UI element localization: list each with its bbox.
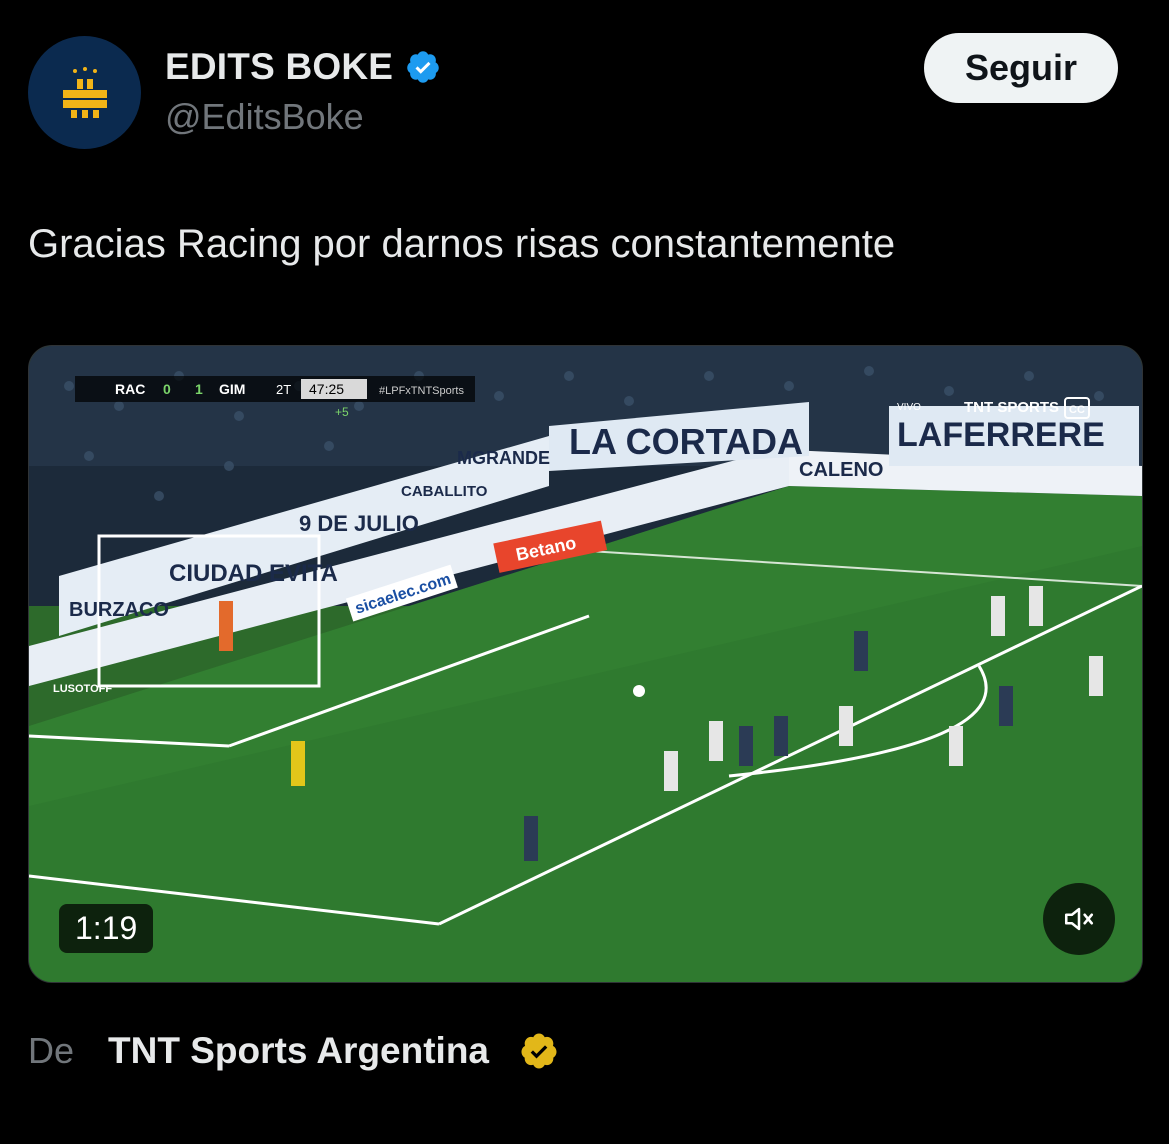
speaker-muted-icon bbox=[1064, 907, 1094, 931]
banner-burzaco: BURZACO bbox=[69, 599, 169, 621]
score-period: 2T bbox=[276, 382, 291, 397]
tweet-text: Gracias Racing por darnos risas constant… bbox=[28, 222, 896, 266]
video-player[interactable]: RAC 0 1 GIM 2T 47:25 #LPFxTNTSports +5 L… bbox=[28, 345, 1143, 983]
banner-ciudad-evita: CIUDAD EVITA bbox=[169, 560, 338, 587]
banner-laferrere: LAFERRERE bbox=[897, 416, 1105, 454]
closed-captions-label: CC bbox=[1069, 404, 1085, 416]
banner-9-de-julio: 9 DE JULIO bbox=[299, 511, 419, 536]
score-home-team: RAC bbox=[115, 381, 145, 397]
ad-caleno: CALENO bbox=[799, 459, 883, 481]
verified-badge-icon bbox=[407, 51, 439, 83]
ad-lusotoff: LUSOTOFF bbox=[53, 683, 112, 695]
source-prefix: De bbox=[28, 1030, 75, 1071]
author-handle[interactable]: @EditsBoke bbox=[165, 96, 364, 138]
follow-button[interactable]: Seguir bbox=[924, 33, 1118, 103]
author-display-name[interactable]: EDITS BOKE bbox=[165, 46, 393, 88]
score-hashtag: #LPFxTNTSports bbox=[379, 385, 464, 397]
score-away: 1 bbox=[195, 381, 203, 397]
source-account-name[interactable]: TNT Sports Argentina bbox=[108, 1030, 489, 1072]
banner-la-cortada: LA CORTADA bbox=[569, 421, 803, 462]
broadcaster-logo: TNT SPORTS bbox=[964, 399, 1059, 416]
video-duration: 1:19 bbox=[59, 904, 154, 953]
author-name-row[interactable]: EDITS BOKE bbox=[165, 46, 441, 88]
live-label: VIVO bbox=[897, 402, 921, 413]
video-source-attribution: De TNT Sports Argentina bbox=[28, 1030, 559, 1072]
score-home: 0 bbox=[163, 381, 171, 397]
banner-mgrande: MGRANDE bbox=[457, 448, 550, 468]
boca-logo-icon bbox=[62, 66, 107, 118]
mute-button[interactable] bbox=[1043, 883, 1115, 955]
verified-gold-badge-icon bbox=[521, 1033, 557, 1069]
score-added-time: +5 bbox=[335, 405, 349, 419]
author-avatar[interactable] bbox=[28, 36, 141, 149]
score-clock: 47:25 bbox=[309, 381, 344, 397]
score-away-team: GIM bbox=[219, 381, 245, 397]
banner-caballito: CABALLITO bbox=[401, 483, 488, 500]
video-frame: RAC 0 1 GIM 2T 47:25 #LPFxTNTSports +5 L… bbox=[29, 346, 1142, 982]
